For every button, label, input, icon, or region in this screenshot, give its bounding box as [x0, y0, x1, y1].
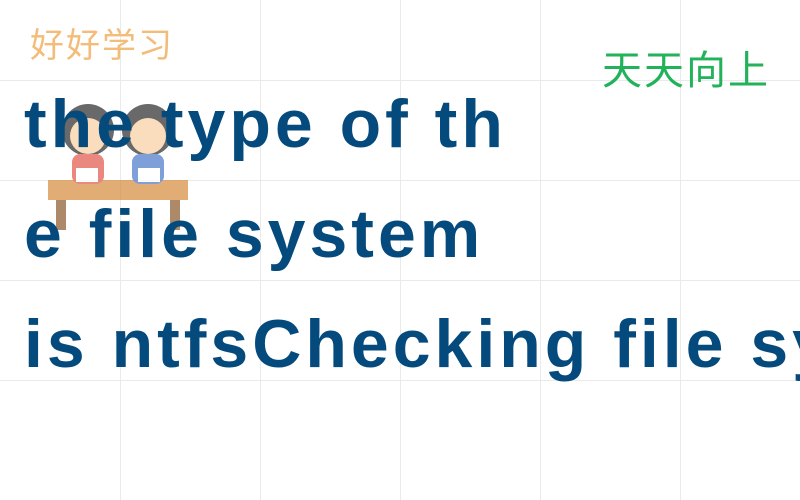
question-line-3: is ntfsChecking file system on D	[24, 310, 800, 378]
question-line-2: e file system	[24, 200, 507, 268]
watermark-top-right-slogan: 天天向上	[602, 38, 770, 96]
watermark-top-left: 好好学习	[30, 18, 174, 67]
question-line-1: the type of th	[24, 90, 507, 158]
